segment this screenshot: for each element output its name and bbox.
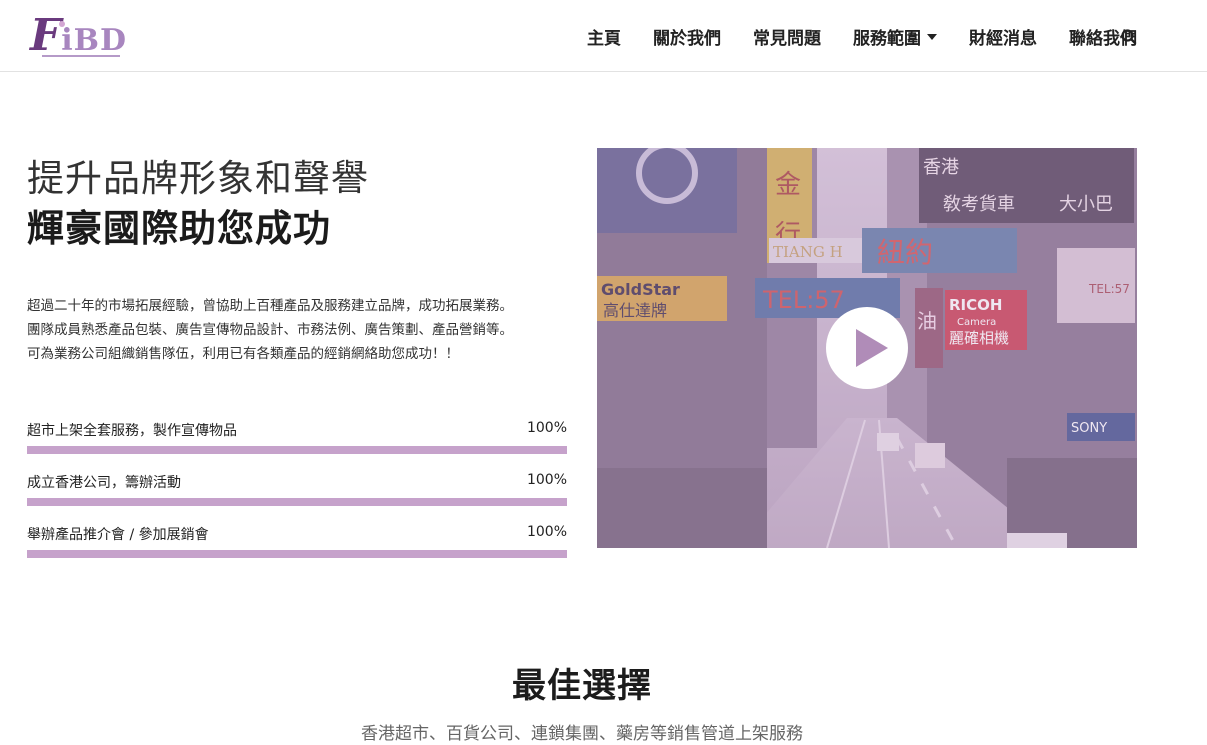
skill-track bbox=[27, 550, 567, 558]
site-logo[interactable]: FiBD bbox=[30, 10, 126, 62]
site-header: FiBD 主頁 關於我們 常見問題 服務範圍 財經消息 聯絡我們 bbox=[0, 0, 1207, 72]
nav-item-about[interactable]: 關於我們 bbox=[653, 24, 721, 49]
main-nav: 主頁 關於我們 常見問題 服務範圍 財經消息 聯絡我們 bbox=[555, 0, 1137, 72]
search-button[interactable] bbox=[1119, 27, 1139, 47]
play-icon bbox=[856, 329, 888, 367]
play-button[interactable] bbox=[826, 307, 908, 389]
nav-item-faq[interactable]: 常見問題 bbox=[753, 24, 821, 49]
hero-description-line: 超過二十年的市場拓展經驗，曾協助上百種產品及服務建立品牌，成功拓展業務。 bbox=[27, 298, 513, 314]
logo-dot bbox=[59, 21, 65, 27]
skill-label: 成立香港公司，籌辦活動 bbox=[27, 475, 181, 491]
skill-bar: 成立香港公司，籌辦活動 100% bbox=[27, 472, 567, 516]
logo-letter-f: F bbox=[30, 10, 62, 61]
skill-percent: 100% bbox=[526, 420, 567, 436]
skill-fill bbox=[27, 498, 567, 506]
nav-item-finance-news[interactable]: 財經消息 bbox=[969, 24, 1037, 49]
skill-track bbox=[27, 446, 567, 454]
skill-label: 舉辦產品推介會 / 參加展銷會 bbox=[27, 527, 209, 543]
skill-percent: 100% bbox=[526, 472, 567, 488]
skill-percent: 100% bbox=[526, 524, 567, 540]
skill-fill bbox=[27, 446, 567, 454]
nav-label: 財經消息 bbox=[969, 28, 1037, 49]
caret-down-icon bbox=[927, 34, 937, 40]
nav-item-services[interactable]: 服務範圍 bbox=[853, 24, 937, 49]
video-player[interactable]: 金 行 TIANG H 香港 敎考貨車 大小巴 紐約 GoldStar 高仕達牌… bbox=[597, 148, 1137, 548]
skill-bar: 超市上架全套服務，製作宣傳物品 100% bbox=[27, 420, 567, 464]
skill-label: 超市上架全套服務，製作宣傳物品 bbox=[27, 423, 237, 439]
nav-item-home[interactable]: 主頁 bbox=[587, 24, 621, 49]
section-title: 最佳選擇 bbox=[512, 666, 652, 706]
hero-title-line2: 輝豪國際助您成功 bbox=[27, 207, 331, 250]
hero-description-line: 團隊成員熟悉產品包裝、廣告宣傳物品設計、市務法例、廣告策劃、產品營銷等。 bbox=[27, 322, 513, 338]
hero-description: 超過二十年的市場拓展經驗，曾協助上百種產品及服務建立品牌，成功拓展業務。 團隊成… bbox=[27, 294, 572, 366]
skill-track bbox=[27, 498, 567, 506]
nav-label: 關於我們 bbox=[653, 28, 721, 49]
skill-fill bbox=[27, 550, 567, 558]
hero-title-line1: 提升品牌形象和聲譽 bbox=[27, 157, 369, 200]
nav-label: 主頁 bbox=[587, 28, 621, 49]
section-subtitle: 香港超市、百貨公司、連鎖集團、藥房等銷售管道上架服務 bbox=[361, 724, 803, 744]
logo-underline bbox=[42, 55, 120, 57]
logo-wordmark: FiBD bbox=[30, 10, 127, 67]
skill-bar: 舉辦產品推介會 / 參加展銷會 100% bbox=[27, 524, 567, 568]
nav-label: 常見問題 bbox=[753, 28, 821, 49]
hero-description-line: 可為業務公司組織銷售隊伍，利用已有各類產品的經銷網絡助您成功！！ bbox=[27, 346, 459, 362]
search-icon bbox=[1121, 29, 1137, 45]
logo-letters: iBD bbox=[61, 23, 128, 58]
nav-label: 服務範圍 bbox=[853, 28, 921, 49]
